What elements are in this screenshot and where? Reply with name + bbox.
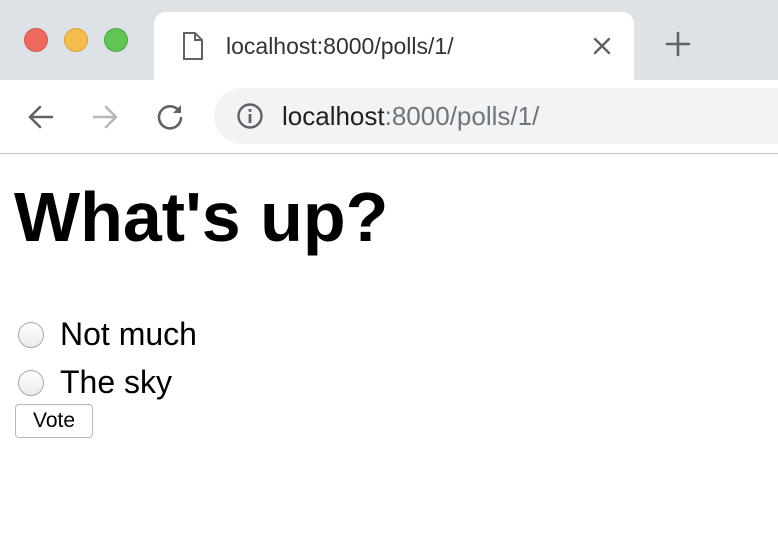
url-text[interactable]: localhost:8000/polls/1/ [282,102,539,130]
tab-strip: localhost:8000/polls/1/ [0,0,778,80]
info-icon[interactable] [236,102,264,130]
page-content: What's up? Not much The sky Vote [0,154,778,558]
forward-arrow-icon[interactable] [90,102,120,132]
window-maximize-button[interactable] [104,28,128,52]
close-icon[interactable] [590,34,614,58]
address-bar[interactable]: localhost:8000/polls/1/ [214,88,778,144]
window-minimize-button[interactable] [64,28,88,52]
url-path: :8000/polls/1/ [384,101,540,131]
reload-icon[interactable] [155,102,185,132]
back-arrow-icon[interactable] [26,102,56,132]
choice-radio[interactable] [18,322,44,348]
choice-label[interactable]: Not much [60,314,197,354]
choice-radio[interactable] [18,370,44,396]
poll-question: What's up? [14,178,389,256]
document-icon [182,32,204,60]
new-tab-icon[interactable] [664,30,692,58]
tab-title: localhost:8000/polls/1/ [226,33,454,59]
url-host: localhost [282,101,385,131]
browser-toolbar: localhost:8000/polls/1/ [0,80,778,154]
choice-label[interactable]: The sky [60,362,172,402]
vote-button[interactable]: Vote [15,404,93,438]
window-close-button[interactable] [24,28,48,52]
browser-tab[interactable]: localhost:8000/polls/1/ [154,12,634,80]
